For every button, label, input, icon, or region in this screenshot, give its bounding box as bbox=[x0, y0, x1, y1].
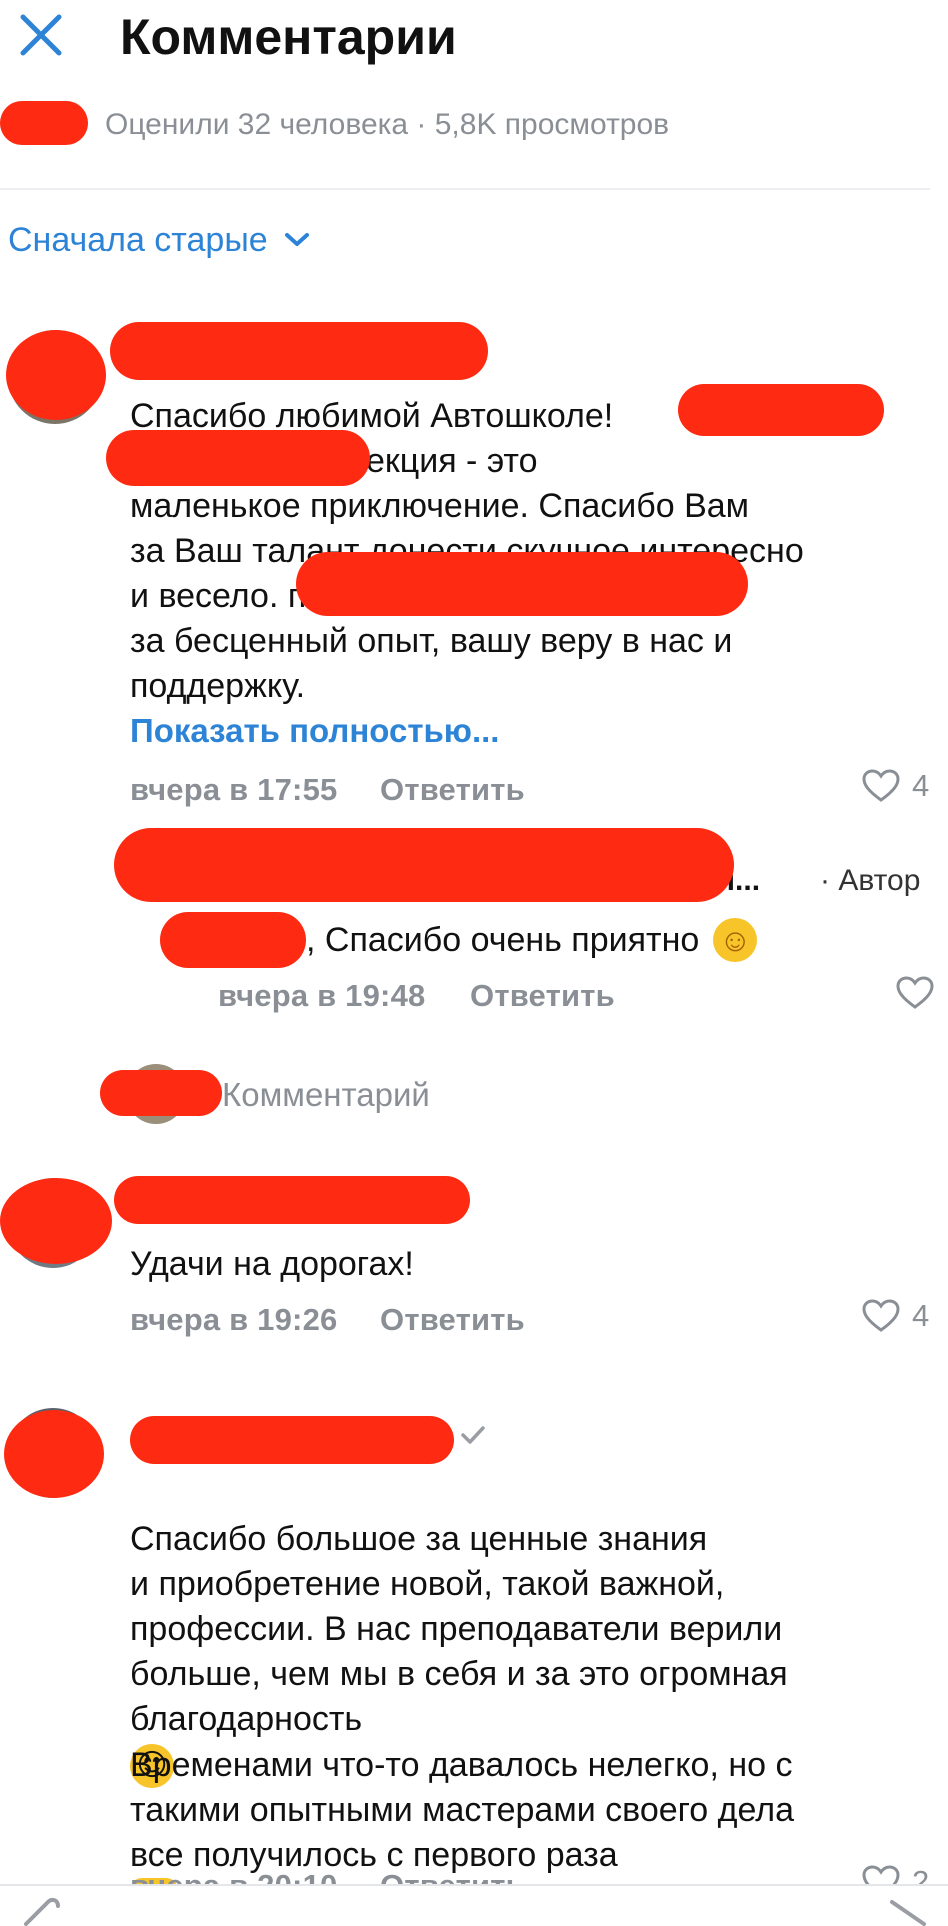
bottom-input-bar bbox=[0, 1884, 948, 1926]
redacted-author-name[interactable] bbox=[114, 1176, 470, 1224]
reply-time: вчера в 19:48 bbox=[218, 978, 426, 1013]
comment-time: вчера в 17:55 bbox=[130, 772, 338, 807]
sort-label: Сначала старые bbox=[8, 220, 268, 259]
show-more-link[interactable]: Показать полностью... bbox=[130, 712, 499, 750]
sort-dropdown[interactable]: Сначала старые bbox=[8, 218, 310, 262]
reply-button[interactable]: Ответить bbox=[380, 772, 525, 808]
redacted-text bbox=[296, 552, 748, 616]
redacted-name bbox=[0, 101, 88, 145]
reply-button[interactable]: Ответить bbox=[470, 978, 615, 1014]
reply-text-row: , Спасибо очень приятно ☺ bbox=[160, 912, 758, 968]
reply-text: , Спасибо очень приятно bbox=[306, 920, 700, 959]
attach-icon[interactable] bbox=[18, 1896, 62, 1926]
heart-icon[interactable] bbox=[896, 976, 934, 1010]
redacted-avatar bbox=[6, 330, 106, 420]
redacted-text bbox=[678, 384, 884, 436]
like-count: 4 bbox=[912, 768, 930, 803]
reply-comment-input[interactable]: Комментарий bbox=[222, 1076, 430, 1114]
comment-text: Удачи на дорогах! bbox=[130, 1245, 414, 1283]
reply-button[interactable]: Ответить bbox=[380, 1302, 525, 1338]
redacted-author-name[interactable] bbox=[114, 828, 734, 902]
redacted-mention bbox=[160, 912, 306, 968]
smile-emoji-icon: ☺ bbox=[713, 918, 758, 962]
close-icon[interactable] bbox=[18, 12, 64, 58]
like-button[interactable]: 4 bbox=[862, 1298, 929, 1334]
heart-icon bbox=[862, 1299, 900, 1333]
send-icon[interactable] bbox=[888, 1898, 928, 1926]
redacted-author-name[interactable] bbox=[130, 1416, 454, 1464]
checkmark-icon bbox=[460, 1424, 486, 1446]
author-badge: · Автор bbox=[820, 864, 921, 897]
redacted-avatar bbox=[0, 1178, 112, 1264]
redacted-text bbox=[106, 430, 370, 486]
divider bbox=[0, 188, 930, 190]
redacted-author-name[interactable] bbox=[110, 322, 488, 380]
redacted-avatar bbox=[100, 1070, 222, 1116]
comment-time: вчера в 19:26 bbox=[130, 1302, 338, 1337]
like-count: 4 bbox=[912, 1298, 930, 1333]
heart-icon bbox=[862, 769, 900, 803]
chevron-down-icon bbox=[284, 231, 310, 249]
comment-text-continued: Временами что-то давалось нелегко, но с … bbox=[130, 1746, 795, 1874]
post-stats: Оценили 32 человека · 5,8K просмотров bbox=[105, 108, 670, 141]
page-title: Комментарии bbox=[120, 9, 457, 65]
redacted-avatar bbox=[4, 1410, 104, 1498]
like-button[interactable]: 4 bbox=[862, 768, 929, 804]
